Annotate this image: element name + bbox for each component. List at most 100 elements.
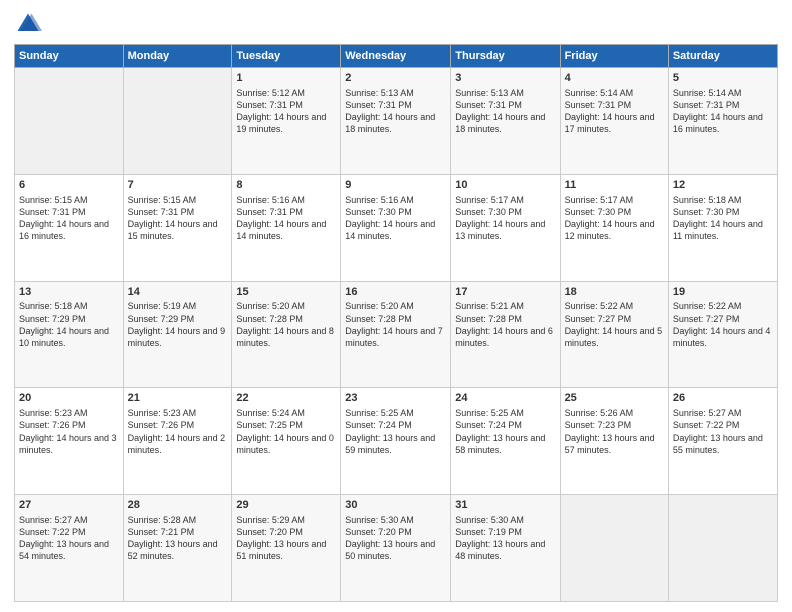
- day-cell: 23Sunrise: 5:25 AM Sunset: 7:24 PM Dayli…: [341, 388, 451, 495]
- day-number: 7: [128, 178, 228, 193]
- day-header-tuesday: Tuesday: [232, 45, 341, 68]
- day-cell: 9Sunrise: 5:16 AM Sunset: 7:30 PM Daylig…: [341, 174, 451, 281]
- day-cell: 3Sunrise: 5:13 AM Sunset: 7:31 PM Daylig…: [451, 68, 560, 175]
- day-number: 8: [236, 178, 336, 193]
- day-info: Sunrise: 5:21 AM Sunset: 7:28 PM Dayligh…: [455, 300, 555, 349]
- week-row-5: 27Sunrise: 5:27 AM Sunset: 7:22 PM Dayli…: [15, 495, 778, 602]
- calendar-table: SundayMondayTuesdayWednesdayThursdayFrid…: [14, 44, 778, 602]
- day-cell: 8Sunrise: 5:16 AM Sunset: 7:31 PM Daylig…: [232, 174, 341, 281]
- day-cell: 16Sunrise: 5:20 AM Sunset: 7:28 PM Dayli…: [341, 281, 451, 388]
- day-number: 21: [128, 391, 228, 406]
- day-cell: 31Sunrise: 5:30 AM Sunset: 7:19 PM Dayli…: [451, 495, 560, 602]
- day-number: 2: [345, 71, 446, 86]
- day-header-wednesday: Wednesday: [341, 45, 451, 68]
- day-cell: 12Sunrise: 5:18 AM Sunset: 7:30 PM Dayli…: [668, 174, 777, 281]
- day-number: 11: [565, 178, 664, 193]
- day-cell: 11Sunrise: 5:17 AM Sunset: 7:30 PM Dayli…: [560, 174, 668, 281]
- day-info: Sunrise: 5:28 AM Sunset: 7:21 PM Dayligh…: [128, 514, 228, 563]
- week-row-2: 6Sunrise: 5:15 AM Sunset: 7:31 PM Daylig…: [15, 174, 778, 281]
- day-info: Sunrise: 5:16 AM Sunset: 7:30 PM Dayligh…: [345, 194, 446, 243]
- logo: [14, 10, 46, 38]
- day-info: Sunrise: 5:23 AM Sunset: 7:26 PM Dayligh…: [128, 407, 228, 456]
- calendar-body: 1Sunrise: 5:12 AM Sunset: 7:31 PM Daylig…: [15, 68, 778, 602]
- day-cell: 27Sunrise: 5:27 AM Sunset: 7:22 PM Dayli…: [15, 495, 124, 602]
- day-cell: 25Sunrise: 5:26 AM Sunset: 7:23 PM Dayli…: [560, 388, 668, 495]
- day-cell: [123, 68, 232, 175]
- day-cell: 28Sunrise: 5:28 AM Sunset: 7:21 PM Dayli…: [123, 495, 232, 602]
- day-info: Sunrise: 5:30 AM Sunset: 7:20 PM Dayligh…: [345, 514, 446, 563]
- day-info: Sunrise: 5:22 AM Sunset: 7:27 PM Dayligh…: [565, 300, 664, 349]
- day-number: 14: [128, 285, 228, 300]
- page: SundayMondayTuesdayWednesdayThursdayFrid…: [0, 0, 792, 612]
- day-cell: 29Sunrise: 5:29 AM Sunset: 7:20 PM Dayli…: [232, 495, 341, 602]
- day-number: 12: [673, 178, 773, 193]
- day-number: 27: [19, 498, 119, 513]
- day-cell: 24Sunrise: 5:25 AM Sunset: 7:24 PM Dayli…: [451, 388, 560, 495]
- day-header-thursday: Thursday: [451, 45, 560, 68]
- day-number: 24: [455, 391, 555, 406]
- header-row: SundayMondayTuesdayWednesdayThursdayFrid…: [15, 45, 778, 68]
- day-header-sunday: Sunday: [15, 45, 124, 68]
- day-number: 18: [565, 285, 664, 300]
- day-info: Sunrise: 5:13 AM Sunset: 7:31 PM Dayligh…: [455, 87, 555, 136]
- day-info: Sunrise: 5:20 AM Sunset: 7:28 PM Dayligh…: [236, 300, 336, 349]
- day-number: 15: [236, 285, 336, 300]
- day-info: Sunrise: 5:23 AM Sunset: 7:26 PM Dayligh…: [19, 407, 119, 456]
- day-info: Sunrise: 5:22 AM Sunset: 7:27 PM Dayligh…: [673, 300, 773, 349]
- day-info: Sunrise: 5:27 AM Sunset: 7:22 PM Dayligh…: [673, 407, 773, 456]
- day-number: 1: [236, 71, 336, 86]
- day-cell: [560, 495, 668, 602]
- day-number: 26: [673, 391, 773, 406]
- day-number: 17: [455, 285, 555, 300]
- day-number: 3: [455, 71, 555, 86]
- day-number: 30: [345, 498, 446, 513]
- day-info: Sunrise: 5:15 AM Sunset: 7:31 PM Dayligh…: [19, 194, 119, 243]
- day-info: Sunrise: 5:17 AM Sunset: 7:30 PM Dayligh…: [455, 194, 555, 243]
- day-cell: 14Sunrise: 5:19 AM Sunset: 7:29 PM Dayli…: [123, 281, 232, 388]
- day-info: Sunrise: 5:14 AM Sunset: 7:31 PM Dayligh…: [565, 87, 664, 136]
- day-number: 6: [19, 178, 119, 193]
- day-cell: 13Sunrise: 5:18 AM Sunset: 7:29 PM Dayli…: [15, 281, 124, 388]
- day-cell: [15, 68, 124, 175]
- week-row-4: 20Sunrise: 5:23 AM Sunset: 7:26 PM Dayli…: [15, 388, 778, 495]
- day-number: 31: [455, 498, 555, 513]
- day-number: 13: [19, 285, 119, 300]
- day-info: Sunrise: 5:13 AM Sunset: 7:31 PM Dayligh…: [345, 87, 446, 136]
- day-cell: 1Sunrise: 5:12 AM Sunset: 7:31 PM Daylig…: [232, 68, 341, 175]
- day-header-friday: Friday: [560, 45, 668, 68]
- day-info: Sunrise: 5:12 AM Sunset: 7:31 PM Dayligh…: [236, 87, 336, 136]
- day-cell: 10Sunrise: 5:17 AM Sunset: 7:30 PM Dayli…: [451, 174, 560, 281]
- day-info: Sunrise: 5:16 AM Sunset: 7:31 PM Dayligh…: [236, 194, 336, 243]
- calendar-header: SundayMondayTuesdayWednesdayThursdayFrid…: [15, 45, 778, 68]
- day-number: 9: [345, 178, 446, 193]
- day-cell: 18Sunrise: 5:22 AM Sunset: 7:27 PM Dayli…: [560, 281, 668, 388]
- day-cell: 6Sunrise: 5:15 AM Sunset: 7:31 PM Daylig…: [15, 174, 124, 281]
- day-cell: 20Sunrise: 5:23 AM Sunset: 7:26 PM Dayli…: [15, 388, 124, 495]
- day-number: 23: [345, 391, 446, 406]
- day-info: Sunrise: 5:18 AM Sunset: 7:30 PM Dayligh…: [673, 194, 773, 243]
- day-info: Sunrise: 5:25 AM Sunset: 7:24 PM Dayligh…: [345, 407, 446, 456]
- day-info: Sunrise: 5:24 AM Sunset: 7:25 PM Dayligh…: [236, 407, 336, 456]
- day-cell: 2Sunrise: 5:13 AM Sunset: 7:31 PM Daylig…: [341, 68, 451, 175]
- week-row-3: 13Sunrise: 5:18 AM Sunset: 7:29 PM Dayli…: [15, 281, 778, 388]
- day-number: 16: [345, 285, 446, 300]
- day-cell: 26Sunrise: 5:27 AM Sunset: 7:22 PM Dayli…: [668, 388, 777, 495]
- day-cell: 4Sunrise: 5:14 AM Sunset: 7:31 PM Daylig…: [560, 68, 668, 175]
- header: [14, 10, 778, 38]
- day-cell: 30Sunrise: 5:30 AM Sunset: 7:20 PM Dayli…: [341, 495, 451, 602]
- day-cell: 7Sunrise: 5:15 AM Sunset: 7:31 PM Daylig…: [123, 174, 232, 281]
- day-cell: 15Sunrise: 5:20 AM Sunset: 7:28 PM Dayli…: [232, 281, 341, 388]
- day-info: Sunrise: 5:27 AM Sunset: 7:22 PM Dayligh…: [19, 514, 119, 563]
- day-info: Sunrise: 5:19 AM Sunset: 7:29 PM Dayligh…: [128, 300, 228, 349]
- day-number: 20: [19, 391, 119, 406]
- day-number: 5: [673, 71, 773, 86]
- day-info: Sunrise: 5:18 AM Sunset: 7:29 PM Dayligh…: [19, 300, 119, 349]
- day-header-monday: Monday: [123, 45, 232, 68]
- day-cell: 22Sunrise: 5:24 AM Sunset: 7:25 PM Dayli…: [232, 388, 341, 495]
- day-info: Sunrise: 5:17 AM Sunset: 7:30 PM Dayligh…: [565, 194, 664, 243]
- day-info: Sunrise: 5:26 AM Sunset: 7:23 PM Dayligh…: [565, 407, 664, 456]
- day-info: Sunrise: 5:30 AM Sunset: 7:19 PM Dayligh…: [455, 514, 555, 563]
- day-info: Sunrise: 5:15 AM Sunset: 7:31 PM Dayligh…: [128, 194, 228, 243]
- day-cell: [668, 495, 777, 602]
- day-cell: 19Sunrise: 5:22 AM Sunset: 7:27 PM Dayli…: [668, 281, 777, 388]
